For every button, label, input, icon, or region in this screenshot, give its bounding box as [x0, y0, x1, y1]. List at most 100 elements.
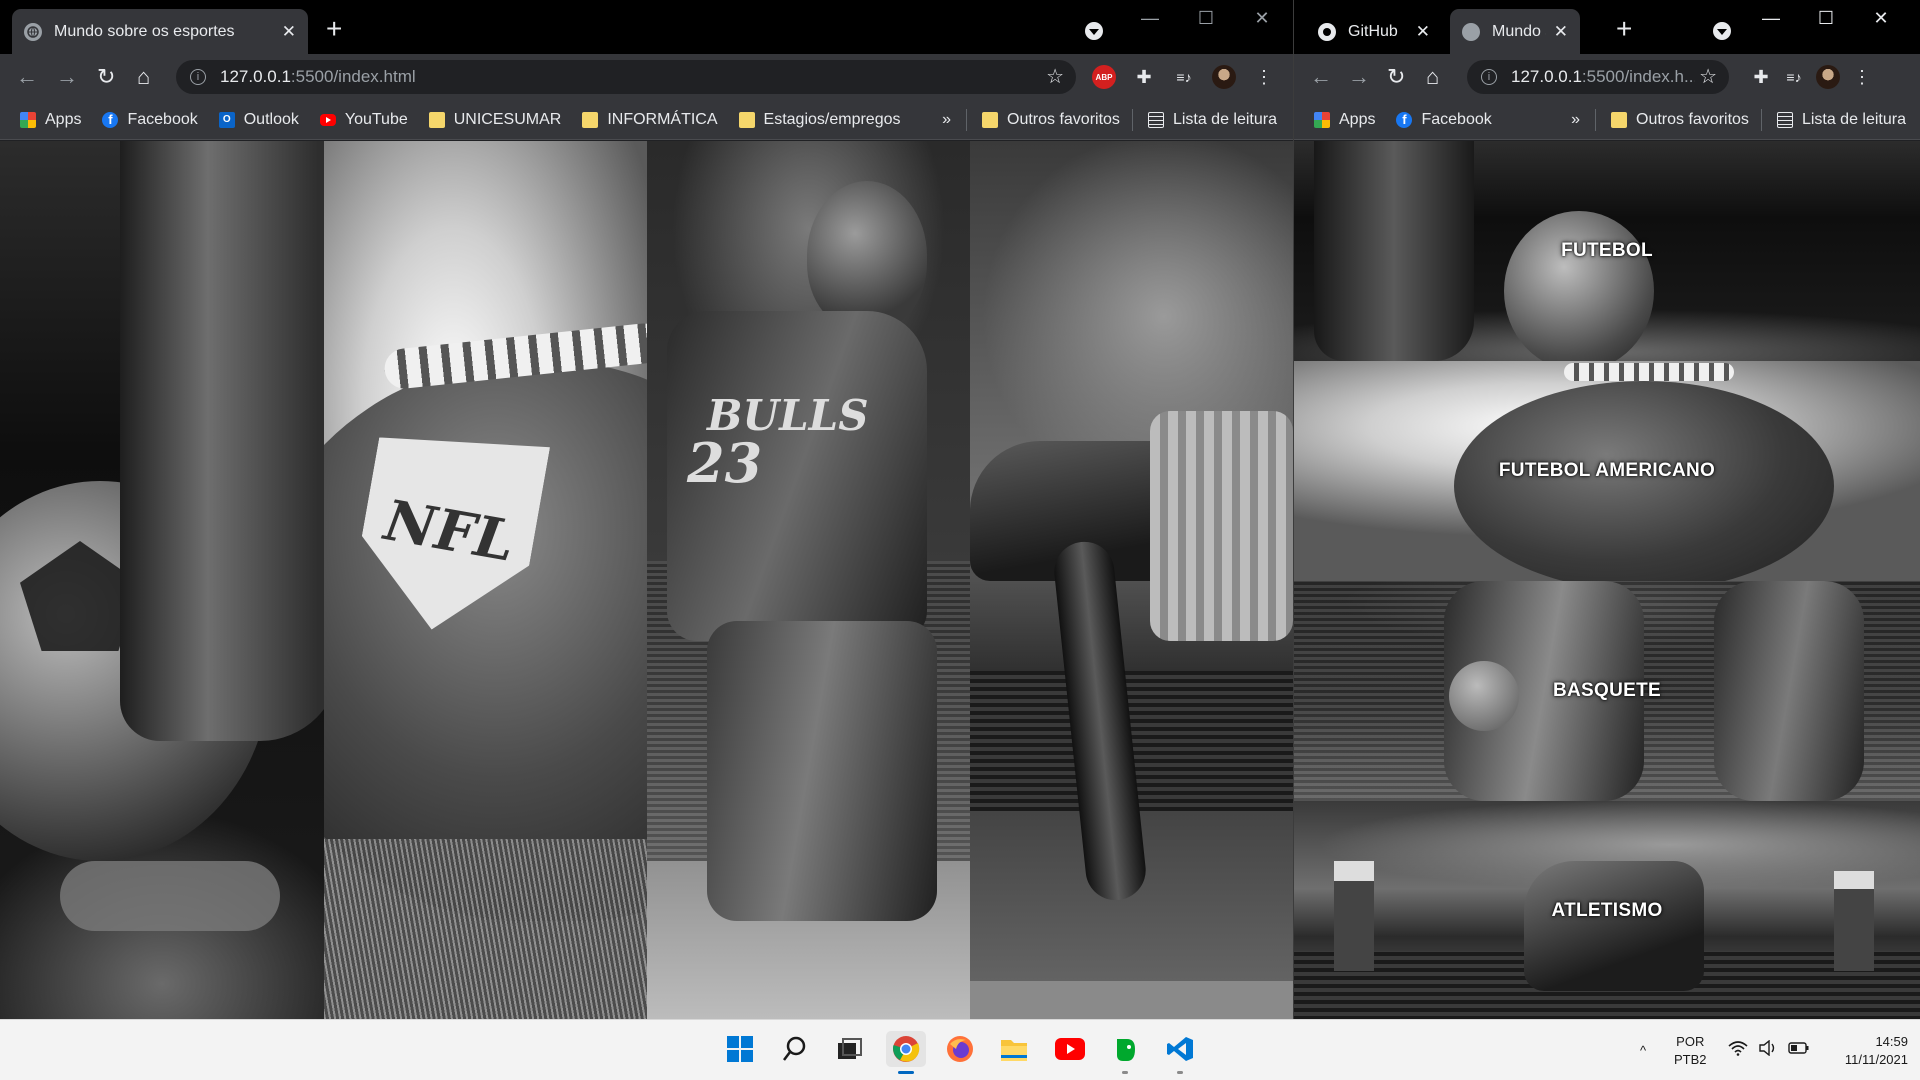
tab-mundo-sobre-os-esportes[interactable]: Mundo so ✕ — [1450, 9, 1580, 54]
home-icon[interactable]: ⌂ — [137, 64, 150, 90]
soccer-ball — [1504, 211, 1654, 361]
bookmark-youtube[interactable]: YouTube — [308, 105, 417, 135]
adblock-plus-icon[interactable]: ABP — [1092, 65, 1116, 89]
file-explorer-icon[interactable] — [996, 1031, 1032, 1067]
panel-athletics-photo[interactable] — [970, 141, 1293, 1019]
reading-list-icon — [1776, 111, 1793, 128]
site-info-icon[interactable]: i — [190, 69, 206, 85]
system-tray-icons[interactable] — [1728, 1020, 1810, 1080]
bookmark-outros-favoritos[interactable]: Outros favoritos — [970, 105, 1129, 135]
running-app-indicator — [1122, 1071, 1128, 1074]
media-control-icon[interactable]: ≡♪ — [1172, 65, 1196, 89]
language-code: POR — [1676, 1033, 1705, 1049]
bookmark-apps[interactable]: Apps — [0, 105, 90, 135]
tab-title: Mundo so — [1492, 22, 1546, 40]
desktop: Mundo sobre os esportes ✕ + — ☐ ✕ ← → ↻ … — [0, 0, 1920, 1080]
bookmark-label: UNICESUMAR — [453, 110, 562, 128]
floodlight-right — [1834, 871, 1874, 971]
new-tab-button[interactable]: + — [1616, 14, 1632, 44]
strip-basquete[interactable]: BASQUETE — [1294, 581, 1920, 801]
url-host: 127.0.0.1 — [220, 67, 291, 86]
tab-title: Mundo sobre os esportes — [54, 22, 235, 40]
close-window-button[interactable]: ✕ — [1851, 8, 1911, 29]
bookmark-folder-unicesumar[interactable]: UNICESUMAR — [417, 105, 571, 135]
address-bar[interactable]: i 127.0.0.1:5500/index.h... ☆ — [1467, 60, 1729, 94]
bookmarks-overflow-chevron[interactable]: » — [1559, 111, 1592, 129]
forward-icon[interactable]: → — [1348, 64, 1370, 90]
bookmark-apps[interactable]: Apps — [1294, 105, 1384, 135]
bookmark-facebook[interactable]: f Facebook — [1384, 105, 1500, 135]
chrome-menu-icon[interactable]: ⋮ — [1252, 65, 1276, 89]
windows-start-icon[interactable] — [722, 1031, 758, 1067]
task-view-icon[interactable] — [831, 1031, 867, 1067]
folder-icon — [428, 111, 445, 128]
panel-basketball-photo[interactable]: BULLS 23 — [647, 141, 970, 1019]
profile-avatar[interactable] — [1816, 65, 1840, 89]
address-bar[interactable]: i 127.0.0.1:5500/index.html ☆ — [176, 60, 1076, 94]
bookmark-label: Lista de leitura — [1801, 110, 1906, 128]
bookmarks-overflow-chevron[interactable]: » — [930, 111, 963, 129]
tab-close-icon[interactable]: ✕ — [274, 22, 296, 42]
tab-close-icon[interactable]: ✕ — [1408, 22, 1430, 42]
evernote-icon[interactable] — [1107, 1031, 1143, 1074]
reload-icon[interactable]: ↻ — [97, 64, 115, 90]
github-icon — [1318, 22, 1336, 41]
bookmark-folder-informatica[interactable]: INFORMÁTICA — [570, 105, 726, 135]
youtube-icon[interactable] — [1052, 1031, 1088, 1067]
strip-futebol[interactable]: FUTEBOL — [1294, 141, 1920, 361]
folder-icon — [582, 111, 599, 128]
reading-list-button[interactable]: Lista de leitura — [1136, 105, 1293, 135]
firefox-icon[interactable] — [942, 1031, 978, 1067]
clock[interactable]: 14:59 11/11/2021 — [1822, 1020, 1908, 1080]
apps-grid-icon — [20, 111, 36, 128]
folder-icon — [982, 111, 998, 128]
volume-icon[interactable] — [1758, 1039, 1778, 1061]
site-info-icon[interactable]: i — [1481, 69, 1497, 85]
battery-icon[interactable] — [1788, 1041, 1810, 1060]
minimize-button[interactable]: — — [1120, 8, 1180, 29]
back-icon[interactable]: ← — [1310, 64, 1332, 90]
running-app-indicator — [1177, 1071, 1183, 1074]
reload-icon[interactable]: ↻ — [1387, 64, 1405, 90]
tab-close-icon[interactable]: ✕ — [1546, 22, 1568, 42]
extensions-puzzle-icon[interactable]: ✚ — [1749, 65, 1773, 89]
maximize-button[interactable]: ☐ — [1176, 8, 1236, 29]
panel-american-football-photo[interactable]: NFL — [324, 141, 647, 1019]
bookmark-star-icon[interactable]: ☆ — [1046, 64, 1064, 89]
tab-github[interactable]: GitHub ✕ — [1306, 9, 1442, 54]
close-window-button[interactable]: ✕ — [1232, 8, 1292, 29]
language-indicator[interactable]: POR PTB2 — [1674, 1020, 1707, 1080]
extensions-puzzle-icon[interactable]: ✚ — [1132, 65, 1156, 89]
forward-icon[interactable]: → — [56, 64, 78, 90]
panel-soccer-photo[interactable] — [0, 141, 324, 1019]
media-control-icon[interactable]: ≡♪ — [1782, 65, 1806, 89]
wifi-icon[interactable] — [1728, 1040, 1748, 1061]
tab-mundo-sobre-os-esportes[interactable]: Mundo sobre os esportes ✕ — [12, 9, 308, 54]
vscode-icon[interactable] — [1162, 1031, 1198, 1074]
strip-atletismo[interactable]: ATLETISMO — [1294, 801, 1920, 1019]
tab-search-icon[interactable] — [1085, 22, 1103, 40]
bookmark-folder-estagios[interactable]: Estagios/empregos — [727, 105, 910, 135]
bookmark-outros-favoritos[interactable]: Outros favoritos — [1599, 105, 1758, 135]
maximize-button[interactable]: ☐ — [1796, 8, 1856, 29]
tab-search-icon[interactable] — [1713, 22, 1731, 40]
minimize-button[interactable]: — — [1741, 8, 1801, 29]
windows-taskbar: ^ POR PTB2 14:59 11/11/2021 — [0, 1019, 1920, 1080]
chrome-menu-icon[interactable]: ⋮ — [1850, 65, 1874, 89]
profile-avatar[interactable] — [1212, 65, 1236, 89]
back-icon[interactable]: ← — [16, 64, 38, 90]
strip-futebol-americano[interactable]: FUTEBOL AMERICANO — [1294, 361, 1920, 581]
search-icon[interactable] — [777, 1031, 813, 1067]
reading-list-button[interactable]: Lista de leitura — [1765, 105, 1920, 135]
active-app-indicator — [898, 1071, 914, 1074]
sport-label-futebol: FUTEBOL — [1561, 240, 1653, 261]
home-icon[interactable]: ⌂ — [1426, 64, 1439, 90]
tray-chevron-icon[interactable]: ^ — [1640, 1020, 1646, 1080]
chrome-icon[interactable] — [886, 1031, 926, 1074]
bookmark-star-icon[interactable]: ☆ — [1695, 64, 1717, 89]
bookmark-label: Outros favoritos — [1007, 110, 1120, 128]
sport-label-basquete: BASQUETE — [1553, 680, 1661, 701]
new-tab-button[interactable]: + — [326, 14, 342, 44]
bookmark-outlook[interactable]: O Outlook — [207, 105, 308, 135]
bookmark-facebook[interactable]: f Facebook — [90, 105, 206, 135]
